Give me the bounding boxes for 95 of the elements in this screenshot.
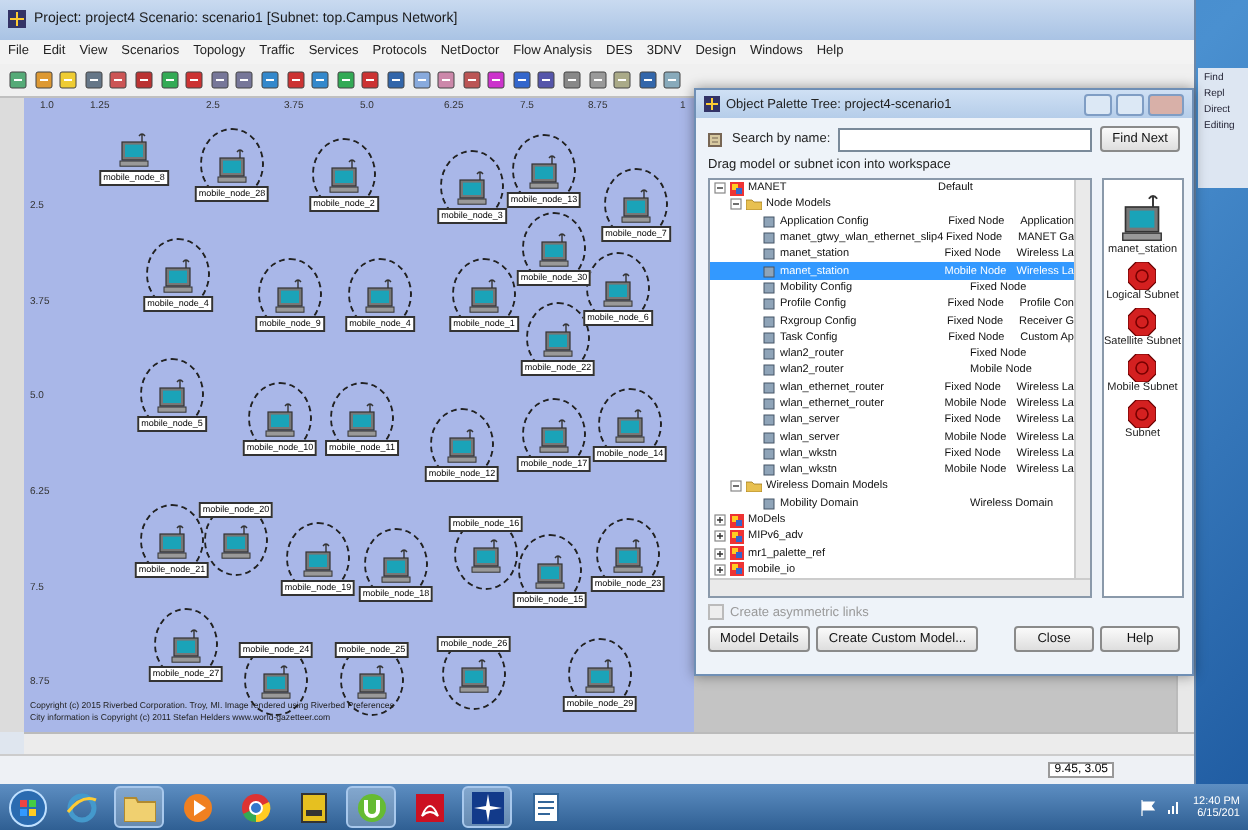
subnet-icon[interactable] xyxy=(1128,400,1157,428)
tool-icon[interactable] xyxy=(209,69,230,90)
flag-icon xyxy=(1140,799,1157,815)
computer-icon xyxy=(620,188,652,225)
computer-icon xyxy=(260,664,292,701)
computer-icon xyxy=(528,154,560,191)
computer-icon xyxy=(156,524,188,561)
computer-icon xyxy=(302,542,334,579)
computer-icon xyxy=(356,664,388,701)
computer-icon xyxy=(364,278,396,315)
tool-icon[interactable] xyxy=(33,69,54,90)
computer-icon xyxy=(446,428,478,465)
tool-icon[interactable] xyxy=(234,69,255,90)
computer-icon xyxy=(470,538,502,575)
subnet-icon[interactable] xyxy=(1128,262,1157,290)
computer-icon xyxy=(220,524,252,561)
tool-icon[interactable] xyxy=(662,69,683,90)
tool-icon[interactable] xyxy=(587,69,608,90)
tool-icon[interactable] xyxy=(360,69,381,90)
pdf-icon xyxy=(413,791,445,823)
tool-icon[interactable] xyxy=(637,69,658,90)
tool-icon[interactable] xyxy=(259,69,280,90)
play-icon xyxy=(181,791,213,823)
collapse-icon[interactable] xyxy=(730,198,742,211)
computer-icon xyxy=(614,408,646,445)
tool-icon[interactable] xyxy=(133,69,154,90)
start-button[interactable] xyxy=(8,787,48,827)
tool-icon[interactable] xyxy=(461,69,482,90)
tool-icon[interactable] xyxy=(511,69,532,90)
computer-icon xyxy=(380,548,412,585)
palette-icon xyxy=(730,181,744,196)
computer-icon xyxy=(584,658,616,695)
computer-icon xyxy=(216,148,248,185)
app-icon xyxy=(8,10,26,29)
tool-icon[interactable] xyxy=(536,69,557,90)
computer-icon xyxy=(346,402,378,439)
tool-icon[interactable] xyxy=(486,69,507,90)
vertical-scrollbar[interactable] xyxy=(1074,180,1090,578)
computer-icon xyxy=(118,132,150,169)
books-icon xyxy=(299,791,327,823)
folder-icon xyxy=(746,480,762,493)
tool-icon[interactable] xyxy=(184,69,205,90)
search-icon xyxy=(708,131,724,147)
computer-icon xyxy=(1120,192,1165,244)
tool-icon[interactable] xyxy=(411,69,431,90)
workspace-canvas[interactable] xyxy=(24,98,694,733)
expand-icon[interactable] xyxy=(714,563,726,576)
subnet-icon[interactable] xyxy=(1128,354,1157,382)
horizontal-scrollbar[interactable] xyxy=(710,578,1090,596)
search-field[interactable] xyxy=(838,127,1093,151)
computer-icon xyxy=(458,658,490,695)
computer-icon xyxy=(156,378,188,415)
horizontal-scrollbar[interactable] xyxy=(24,732,1194,755)
tool-icon[interactable] xyxy=(108,69,129,90)
browser-icon xyxy=(239,791,271,823)
computer-icon xyxy=(468,278,500,315)
tool-icon[interactable] xyxy=(159,69,180,90)
star-icon xyxy=(471,791,503,823)
expand-icon[interactable] xyxy=(714,530,726,543)
tool-icon[interactable] xyxy=(385,69,406,90)
tool-icon[interactable] xyxy=(285,69,306,90)
computer-icon xyxy=(538,232,570,269)
tool-icon[interactable] xyxy=(562,69,583,90)
browser-icon xyxy=(65,791,97,823)
collapse-icon[interactable] xyxy=(730,480,742,493)
computer-icon xyxy=(542,322,574,359)
signal-icon xyxy=(1166,799,1183,815)
collapse-icon[interactable] xyxy=(714,182,726,195)
computer-icon xyxy=(264,402,296,439)
computer-icon xyxy=(328,158,360,195)
model-icon xyxy=(762,497,776,510)
document-icon xyxy=(531,791,559,823)
tool-icon[interactable] xyxy=(612,69,633,90)
folder-icon xyxy=(746,198,762,211)
tool-icon[interactable] xyxy=(58,69,79,90)
computer-icon xyxy=(602,272,634,309)
computer-icon xyxy=(162,258,194,295)
expand-icon[interactable] xyxy=(714,514,726,527)
computer-icon xyxy=(612,538,644,575)
folder-icon xyxy=(123,793,155,821)
computer-icon xyxy=(538,418,570,455)
tool-icon[interactable] xyxy=(83,69,104,90)
tool-icon[interactable] xyxy=(335,69,356,90)
computer-icon xyxy=(274,278,306,315)
taskbar-button[interactable] xyxy=(462,786,512,828)
computer-icon xyxy=(456,170,488,207)
torrent-icon xyxy=(355,791,387,823)
tool-icon[interactable] xyxy=(436,69,457,90)
app-icon xyxy=(704,96,720,112)
computer-icon xyxy=(534,554,566,591)
expand-icon[interactable] xyxy=(714,547,726,560)
tool-icon[interactable] xyxy=(8,69,28,90)
computer-icon xyxy=(170,628,202,665)
tool-icon[interactable] xyxy=(310,69,331,90)
subnet-icon[interactable] xyxy=(1128,308,1157,336)
